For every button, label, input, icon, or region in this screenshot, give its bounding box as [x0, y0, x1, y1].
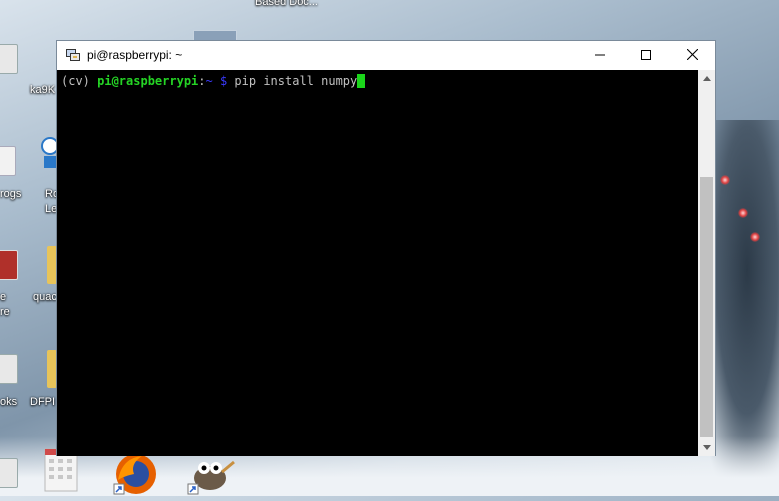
command-line: (cv) pi@raspberrypi:~ $ pip install nump…	[61, 73, 366, 89]
wallpaper-light	[720, 175, 730, 185]
desktop-file-icon[interactable]	[0, 354, 18, 384]
minimize-button[interactable]	[577, 41, 623, 70]
scrollbar-thumb[interactable]	[700, 177, 713, 437]
chevron-down-icon	[702, 443, 711, 452]
gimp-icon[interactable]	[186, 452, 236, 501]
prompt-path: ~ $	[205, 74, 228, 88]
text-cursor	[357, 74, 366, 88]
terminal-output[interactable]: (cv) pi@raspberrypi:~ $ pip install nump…	[57, 70, 699, 456]
desktop-icon-label[interactable]: e	[0, 291, 6, 303]
desktop-icon-label[interactable]: rogs	[0, 188, 21, 200]
maximize-button[interactable]	[623, 41, 669, 70]
typed-command: pip install numpy	[227, 74, 358, 88]
desktop-icon-label[interactable]: oks	[0, 396, 17, 408]
virtualenv-label: (cv)	[61, 74, 98, 88]
prompt-colon: :	[198, 74, 206, 88]
desktop-file-icon[interactable]	[0, 250, 18, 280]
firefox-icon[interactable]	[112, 452, 158, 501]
close-button[interactable]	[669, 41, 715, 70]
terminal-window[interactable]: pi@raspberrypi: ~ (cv) pi@raspberrypi:~ …	[56, 40, 716, 456]
title-bar[interactable]: pi@raspberrypi: ~	[57, 41, 715, 70]
desktop-file-icon[interactable]	[0, 44, 18, 74]
minimize-icon	[595, 47, 605, 65]
window-title: pi@raspberrypi: ~	[87, 48, 183, 62]
scroll-up-button[interactable]	[698, 70, 715, 87]
desktop-icon-label[interactable]: re	[0, 306, 10, 318]
desktop-file-icon[interactable]	[0, 146, 16, 176]
desktop-icon-label[interactable]: quac	[33, 291, 57, 303]
prompt-user-host: pi@raspberrypi	[97, 74, 199, 88]
chevron-up-icon	[702, 74, 711, 83]
desktop-file-icon[interactable]	[0, 458, 18, 488]
wallpaper-light	[738, 208, 748, 218]
wallpaper-light	[750, 232, 760, 242]
maximize-icon	[641, 47, 651, 65]
vertical-scrollbar[interactable]	[698, 70, 715, 456]
desktop-icon-label[interactable]: DFPI	[30, 396, 55, 408]
close-icon	[686, 47, 698, 65]
desktop-icon-label[interactable]: Based Doc...	[255, 0, 318, 8]
putty-icon[interactable]	[66, 48, 80, 62]
desktop-icon-label[interactable]: ka9K	[30, 84, 55, 96]
scroll-down-button[interactable]	[698, 439, 715, 456]
